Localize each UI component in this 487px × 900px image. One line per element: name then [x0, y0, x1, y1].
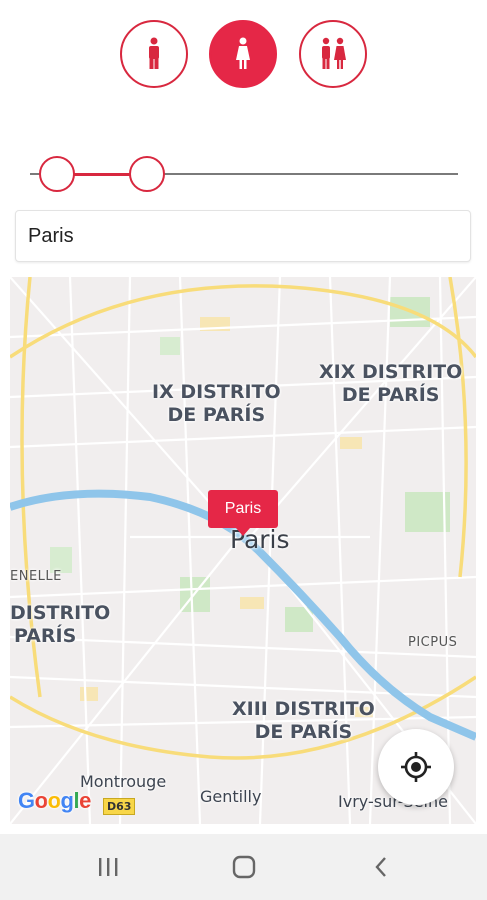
- back-button[interactable]: [366, 852, 396, 882]
- home-icon: [232, 855, 256, 879]
- google-logo: Google: [18, 788, 91, 813]
- couple-icon: [322, 37, 346, 69]
- both-filter-button[interactable]: [299, 20, 367, 88]
- slider-min-thumb[interactable]: [39, 156, 75, 192]
- female-filter-button[interactable]: [209, 20, 277, 88]
- recents-icon: [99, 858, 118, 876]
- home-button[interactable]: [229, 852, 259, 882]
- map-view[interactable]: IX DISTRITO DE PARÍS XIX DISTRITO DE PAR…: [10, 277, 476, 824]
- district-13-line-2: DE PARÍS: [254, 721, 353, 743]
- male-person-icon: [149, 37, 159, 69]
- district-left-line-1: DISTRITO: [10, 602, 111, 624]
- route-d63-shield: D63: [103, 798, 136, 815]
- district-19-line-1: XIX DISTRITO: [319, 361, 463, 383]
- picpus-label: PICPUS: [408, 635, 458, 650]
- location-input[interactable]: Paris: [15, 210, 471, 262]
- gentilly-label: Gentilly: [200, 787, 262, 806]
- my-location-button[interactable]: [378, 729, 454, 805]
- my-location-icon: [401, 752, 431, 782]
- district-left-line-2: PARÍS: [14, 625, 77, 647]
- district-9-line-2: DE PARÍS: [167, 404, 266, 426]
- district-13-label: XIII DISTRITO DE PARÍS: [232, 698, 375, 744]
- map-marker[interactable]: Paris: [208, 490, 278, 536]
- location-input-value: Paris: [28, 224, 74, 247]
- map-marker-label: Paris: [224, 500, 262, 517]
- district-left-label: DISTRITO PARÍS: [10, 602, 110, 648]
- district-9-line-1: IX DISTRITO: [152, 381, 281, 403]
- female-person-icon: [236, 37, 250, 69]
- district-19-line-2: DE PARÍS: [341, 384, 440, 406]
- range-slider[interactable]: [30, 155, 458, 195]
- slider-max-thumb[interactable]: [129, 156, 165, 192]
- gender-selector: [0, 20, 487, 90]
- grenelle-label: ENELLE: [10, 569, 62, 584]
- montrouge-label: Montrouge: [80, 772, 167, 791]
- district-9-label: IX DISTRITO DE PARÍS: [152, 381, 281, 427]
- district-13-line-1: XIII DISTRITO: [232, 698, 375, 720]
- back-icon: [375, 857, 386, 877]
- system-nav-bar: [0, 834, 487, 900]
- district-19-label: XIX DISTRITO DE PARÍS: [319, 361, 462, 407]
- male-filter-button[interactable]: [120, 20, 188, 88]
- recents-button[interactable]: [93, 852, 123, 882]
